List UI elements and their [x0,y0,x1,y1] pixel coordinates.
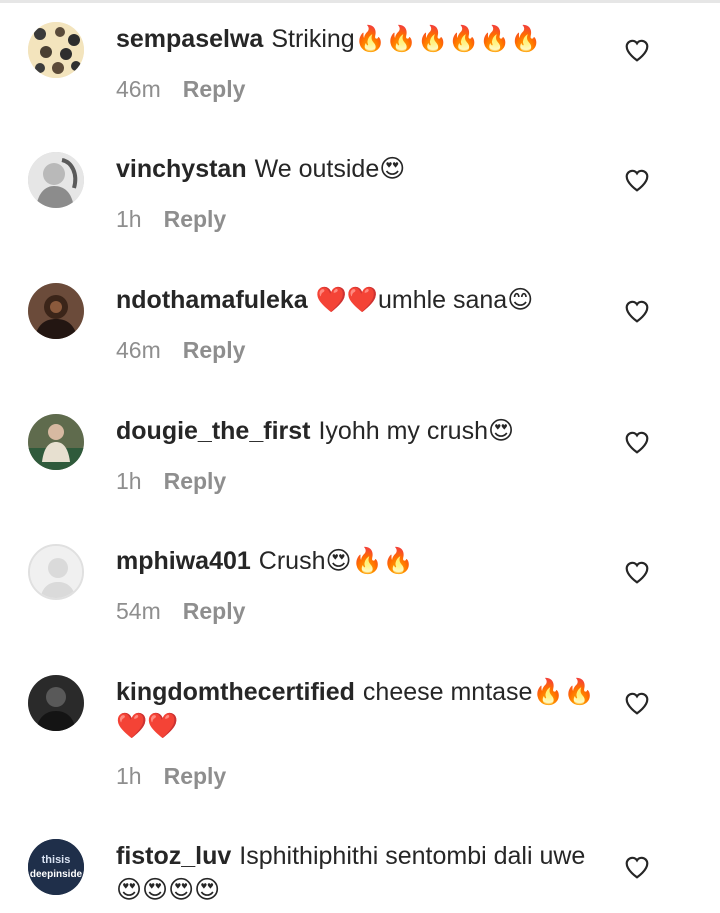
avatar-pattern-icon [28,22,84,78]
reply-button[interactable]: Reply [183,337,246,364]
comment-text: ndothamafuleka ❤️❤️umhle sana😊 [116,283,596,317]
reply-button[interactable]: Reply [164,468,227,495]
comment-message: ❤️❤️umhle sana😊 [315,286,534,314]
avatar-photo-icon [28,152,84,208]
heart-outline-icon [625,300,649,323]
comment-username[interactable]: kingdomthecertified [116,678,355,706]
comment-time: 46m [116,337,161,363]
like-button[interactable] [624,560,650,584]
comment-message: Iyohh my crush😍 [318,417,515,445]
comment-body: vinchystan We outside😍 1h Reply [116,152,596,233]
comment-username[interactable]: ndothamafuleka [116,286,308,314]
comment-body: sempaselwa Striking🔥🔥🔥🔥🔥🔥 46m Reply [116,22,596,103]
comment-username[interactable]: dougie_the_first [116,417,310,445]
avatar-photo-icon [28,414,84,470]
avatar[interactable]: thisis deepinside [28,839,84,895]
comments-list: sempaselwa Striking🔥🔥🔥🔥🔥🔥 46m Reply vinc… [0,0,720,913]
comment-text: sempaselwa Striking🔥🔥🔥🔥🔥🔥 [116,22,596,56]
avatar[interactable] [28,22,84,78]
like-button[interactable] [624,168,650,192]
comment-time: 46m [116,76,161,102]
avatar-photo-icon [28,283,84,339]
default-avatar-icon [30,546,82,598]
avatar[interactable] [28,152,84,208]
comment-message: We outside😍 [254,155,406,183]
avatar[interactable] [28,675,84,731]
heart-outline-icon [625,431,649,454]
comment-text: fistoz_luv Isphithiphithi sentombi dali u… [116,839,596,907]
avatar-logo-icon: thisis deepinside [28,839,84,895]
comment-time: 54m [116,598,161,624]
reply-button[interactable]: Reply [183,598,246,625]
comment-meta: 54m Reply [116,598,596,625]
heart-outline-icon [625,856,649,879]
comment-time: 1h [116,763,142,789]
comment-username[interactable]: sempaselwa [116,25,263,53]
comment-meta: 1h Reply [116,468,596,495]
like-button[interactable] [624,430,650,454]
comment-time: 1h [116,468,142,494]
like-button[interactable] [624,38,650,62]
heart-outline-icon [625,561,649,584]
avatar-logo-text-1: thisis [42,854,71,866]
comment-message: Striking🔥🔥🔥🔥🔥🔥 [271,25,542,53]
comment-username[interactable]: vinchystan [116,155,247,183]
heart-outline-icon [625,692,649,715]
like-button[interactable] [624,855,650,879]
reply-button[interactable]: Reply [183,76,246,103]
comment-meta: 1h Reply [116,206,596,233]
comment-meta: 46m Reply [116,76,596,103]
comment-text: dougie_the_first Iyohh my crush😍 [116,414,596,448]
avatar-logo-text-2: deepinside [30,869,83,880]
avatar[interactable] [28,544,84,600]
comment-text: kingdomthecertified cheese mntase🔥🔥❤️❤️ [116,675,596,743]
comment-time: 1h [116,206,142,232]
comment-username[interactable]: fistoz_luv [116,842,231,870]
comment-text: mphiwa401 Crush😍🔥🔥 [116,544,596,578]
avatar[interactable] [28,414,84,470]
comment-meta: 1h Reply [116,763,596,790]
avatar-photo-icon [28,675,84,731]
reply-button[interactable]: Reply [164,763,227,790]
comment-meta: 46m Reply [116,337,596,364]
comment-text: vinchystan We outside😍 [116,152,596,186]
comment-body: dougie_the_first Iyohh my crush😍 1h Reply [116,414,596,495]
comment-body: mphiwa401 Crush😍🔥🔥 54m Reply [116,544,596,625]
like-button[interactable] [624,691,650,715]
comment-body: fistoz_luv Isphithiphithi sentombi dali u… [116,839,596,907]
comment-body: ndothamafuleka ❤️❤️umhle sana😊 46m Reply [116,283,596,364]
comment-message: Crush😍🔥🔥 [258,547,414,575]
heart-outline-icon [625,39,649,62]
reply-button[interactable]: Reply [164,206,227,233]
heart-outline-icon [625,169,649,192]
comment-username[interactable]: mphiwa401 [116,547,251,575]
comment-body: kingdomthecertified cheese mntase🔥🔥❤️❤️ 1… [116,675,596,790]
avatar[interactable] [28,283,84,339]
like-button[interactable] [624,299,650,323]
